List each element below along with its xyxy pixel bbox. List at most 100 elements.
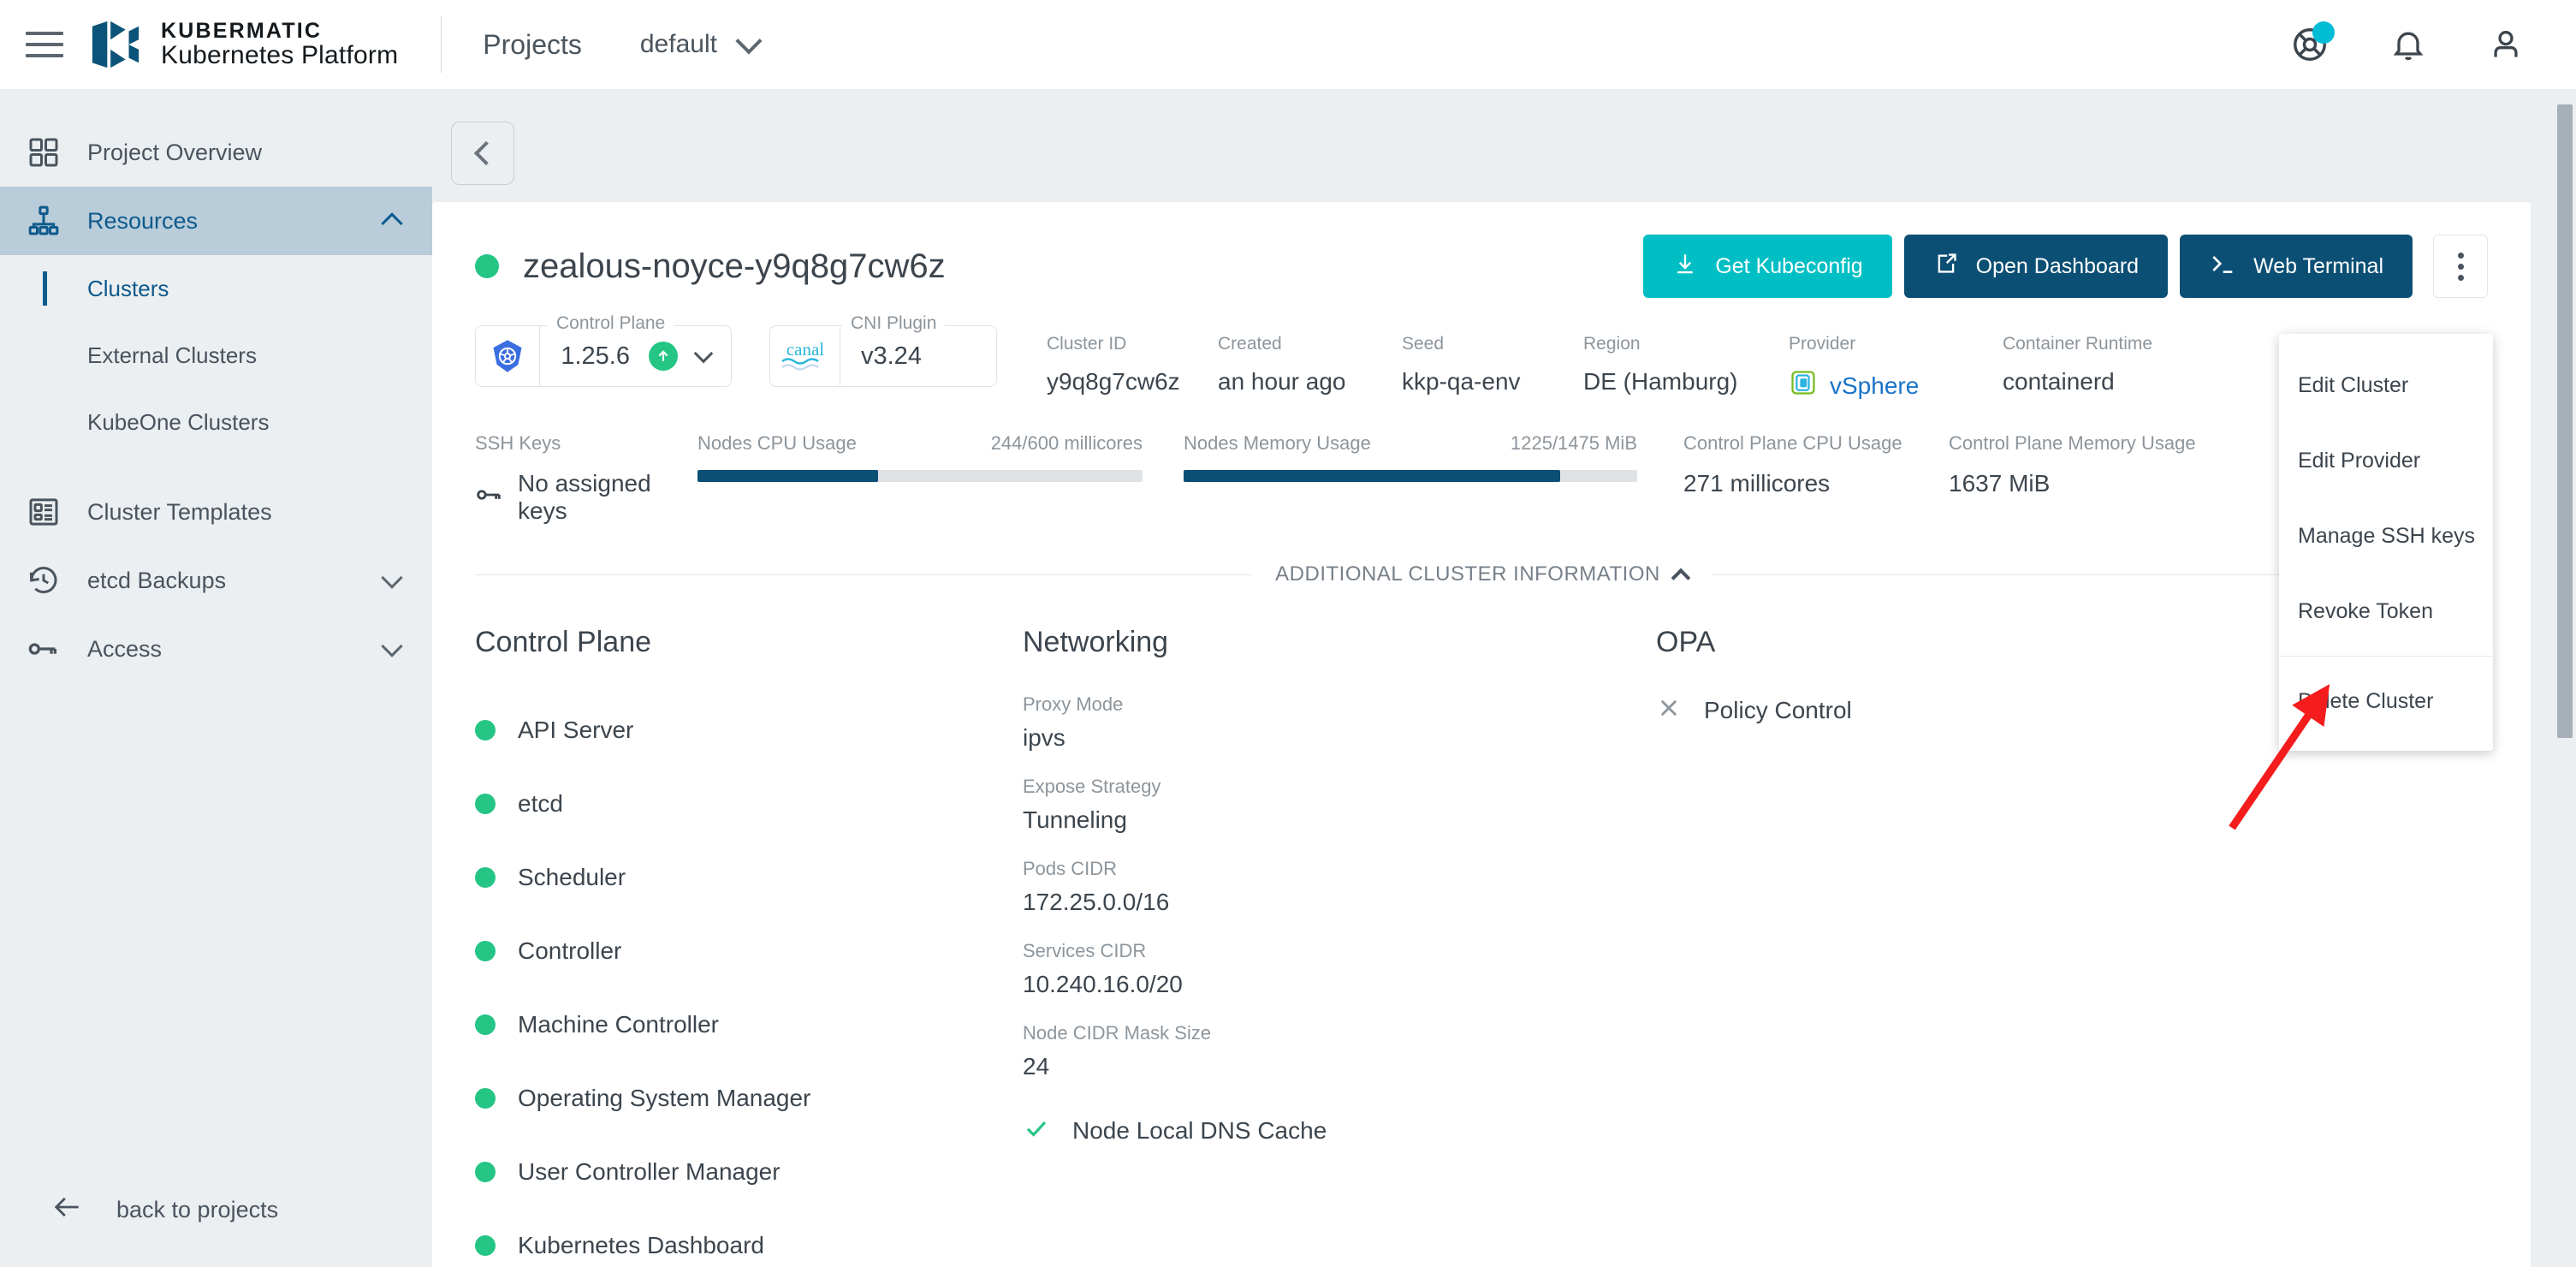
sidebar-item-access[interactable]: Access [0, 615, 432, 683]
user-account-icon[interactable] [2487, 26, 2525, 63]
metric-nodes-memory-usage: Nodes Memory Usage 1225/1475 MiB [1184, 432, 1637, 482]
back-to-projects-button[interactable]: back to projects [0, 1173, 432, 1246]
back-to-projects-label: back to projects [116, 1197, 278, 1223]
health-status-dot [475, 1235, 496, 1256]
terminal-prompt-icon [2209, 250, 2236, 283]
sidebar-nav: Project Overview Resources Clusters Exte… [0, 118, 432, 683]
menu-divider [2279, 656, 2493, 657]
menu-item-manage-ssh-keys[interactable]: Manage SSH keys [2279, 498, 2493, 574]
menu-item-delete-cluster[interactable]: Delete Cluster [2279, 663, 2493, 739]
meta-seed: Seed kkp-qa-env [1402, 334, 1583, 396]
chevron-down-icon[interactable] [694, 344, 714, 364]
cluster-actions-menu: Edit Cluster Edit Provider Manage SSH ke… [2279, 334, 2493, 751]
canal-icon: canal [770, 326, 840, 386]
meta-value: kkp-qa-env [1402, 368, 1583, 396]
control-plane-health-row: Kubernetes Dashboard [475, 1209, 1023, 1267]
sidebar-subitem-label: External Clusters [87, 342, 257, 369]
meta-label: Container Runtime [2003, 334, 2217, 354]
metric-label: Nodes Memory Usage [1184, 432, 1371, 455]
top-navigation-bar: KUBERMATIC Kubernetes Platform Projects … [0, 0, 2576, 89]
health-status-dot [475, 1014, 496, 1035]
networking-field-label: Services CIDR [1023, 940, 1656, 962]
collapse-sidebar-button[interactable] [451, 122, 514, 185]
sidebar-item-external-clusters[interactable]: External Clusters [0, 322, 432, 389]
health-status-dot [475, 1162, 496, 1182]
get-kubeconfig-button[interactable]: Get Kubeconfig [1643, 235, 1891, 298]
additional-cluster-information-expander[interactable]: ADDITIONAL CLUSTER INFORMATION [475, 562, 2488, 586]
health-item-label: etcd [518, 790, 563, 818]
meta-label: Provider [1789, 334, 2003, 354]
control-plane-health-row: Machine Controller [475, 988, 1023, 1062]
meta-value: containerd [2003, 368, 2217, 396]
meta-label: Created [1218, 334, 1402, 354]
key-icon [475, 480, 504, 515]
sidebar-item-cluster-templates[interactable]: Cluster Templates [0, 478, 432, 546]
health-item-label: API Server [518, 717, 633, 744]
sidebar-item-resources[interactable]: Resources [0, 187, 432, 255]
sidebar-item-project-overview[interactable]: Project Overview [0, 118, 432, 187]
networking-field: Proxy Modeipvs [1023, 693, 1656, 752]
metric-amount: 1225/1475 MiB [1511, 432, 1637, 455]
node-local-dns-cache-label: Node Local DNS Cache [1072, 1117, 1327, 1145]
networking-field-value: 10.240.16.0/20 [1023, 971, 1656, 998]
page-scrollbar-track[interactable] [2554, 89, 2576, 1267]
menu-item-revoke-token[interactable]: Revoke Token [2279, 574, 2493, 649]
health-item-label: User Controller Manager [518, 1158, 781, 1186]
arrow-left-icon [51, 1191, 84, 1229]
sidebar-item-clusters[interactable]: Clusters [0, 255, 432, 322]
control-plane-version-chip[interactable]: Control Plane [475, 325, 732, 387]
metric-control-plane-cpu-usage: Control Plane CPU Usage 271 millicores [1683, 432, 1940, 497]
open-dashboard-button[interactable]: Open Dashboard [1904, 235, 2168, 298]
menu-item-edit-cluster[interactable]: Edit Cluster [2279, 348, 2493, 423]
notifications-bell-icon[interactable] [2389, 26, 2427, 63]
cluster-details-card: zealous-noyce-y9q8g7cw6z Get Kubeconfig [432, 202, 2531, 1267]
control-plane-health-row: Scheduler [475, 841, 1023, 914]
menu-item-label: Delete Cluster [2298, 689, 2433, 714]
ssh-keys-value: No assigned keys [518, 470, 672, 525]
health-status-dot [475, 941, 496, 961]
page-scrollbar-thumb[interactable] [2557, 104, 2573, 738]
chevron-down-icon [735, 27, 762, 54]
nodes-cpu-usage-bar [697, 470, 1143, 482]
sidebar-item-kubeone-clusters[interactable]: KubeOne Clusters [0, 389, 432, 455]
sidebar-subitem-label: Clusters [87, 276, 169, 302]
expander-label-group[interactable]: ADDITIONAL CLUSTER INFORMATION [1251, 562, 1712, 586]
control-plane-health-row: Controller [475, 914, 1023, 988]
policy-control-label: Policy Control [1704, 697, 1852, 724]
meta-region: Region DE (Hamburg) [1583, 334, 1789, 396]
vsphere-icon [1789, 368, 1818, 403]
download-icon [1672, 251, 1698, 283]
control-plane-cpu-value: 271 millicores [1683, 470, 1830, 497]
policy-control-row: Policy Control [1656, 695, 2101, 725]
chevron-down-icon [381, 567, 402, 588]
hamburger-icon[interactable] [26, 32, 63, 57]
metric-amount: 244/600 millicores [991, 432, 1143, 455]
upgrade-available-icon[interactable] [649, 342, 678, 371]
health-item-label: Scheduler [518, 864, 626, 891]
control-plane-health-row: Operating System Manager [475, 1062, 1023, 1135]
web-terminal-label: Web Terminal [2253, 254, 2383, 279]
expander-label: ADDITIONAL CLUSTER INFORMATION [1275, 562, 1660, 586]
web-terminal-button[interactable]: Web Terminal [2180, 235, 2413, 298]
health-item-label: Kubernetes Dashboard [518, 1232, 764, 1259]
sidebar-item-label: etcd Backups [87, 568, 384, 594]
cluster-summary-row: Control Plane [432, 296, 2531, 403]
metric-label: Nodes CPU Usage [697, 432, 857, 455]
menu-item-edit-provider[interactable]: Edit Provider [2279, 423, 2493, 498]
cni-plugin-chip: CNI Plugin canal v3.24 [769, 325, 997, 387]
meta-value: an hour ago [1218, 368, 1402, 396]
project-selector[interactable]: default [640, 30, 758, 59]
meta-container-runtime: Container Runtime containerd [2003, 334, 2217, 396]
control-plane-health-row: etcd [475, 767, 1023, 841]
more-vertical-icon[interactable] [2433, 235, 2488, 298]
support-icon[interactable] [2290, 25, 2330, 64]
meta-provider: Provider vSphere [1789, 334, 2003, 403]
svg-text:canal: canal [786, 339, 823, 360]
open-dashboard-label: Open Dashboard [1976, 254, 2139, 279]
health-status-dot [475, 720, 496, 741]
sidebar-item-etcd-backups[interactable]: etcd Backups [0, 546, 432, 615]
networking-field-value: Tunneling [1023, 806, 1656, 834]
health-status-dot [475, 867, 496, 888]
meta-label: Cluster ID [1047, 334, 1218, 354]
project-selector-value: default [640, 30, 717, 59]
